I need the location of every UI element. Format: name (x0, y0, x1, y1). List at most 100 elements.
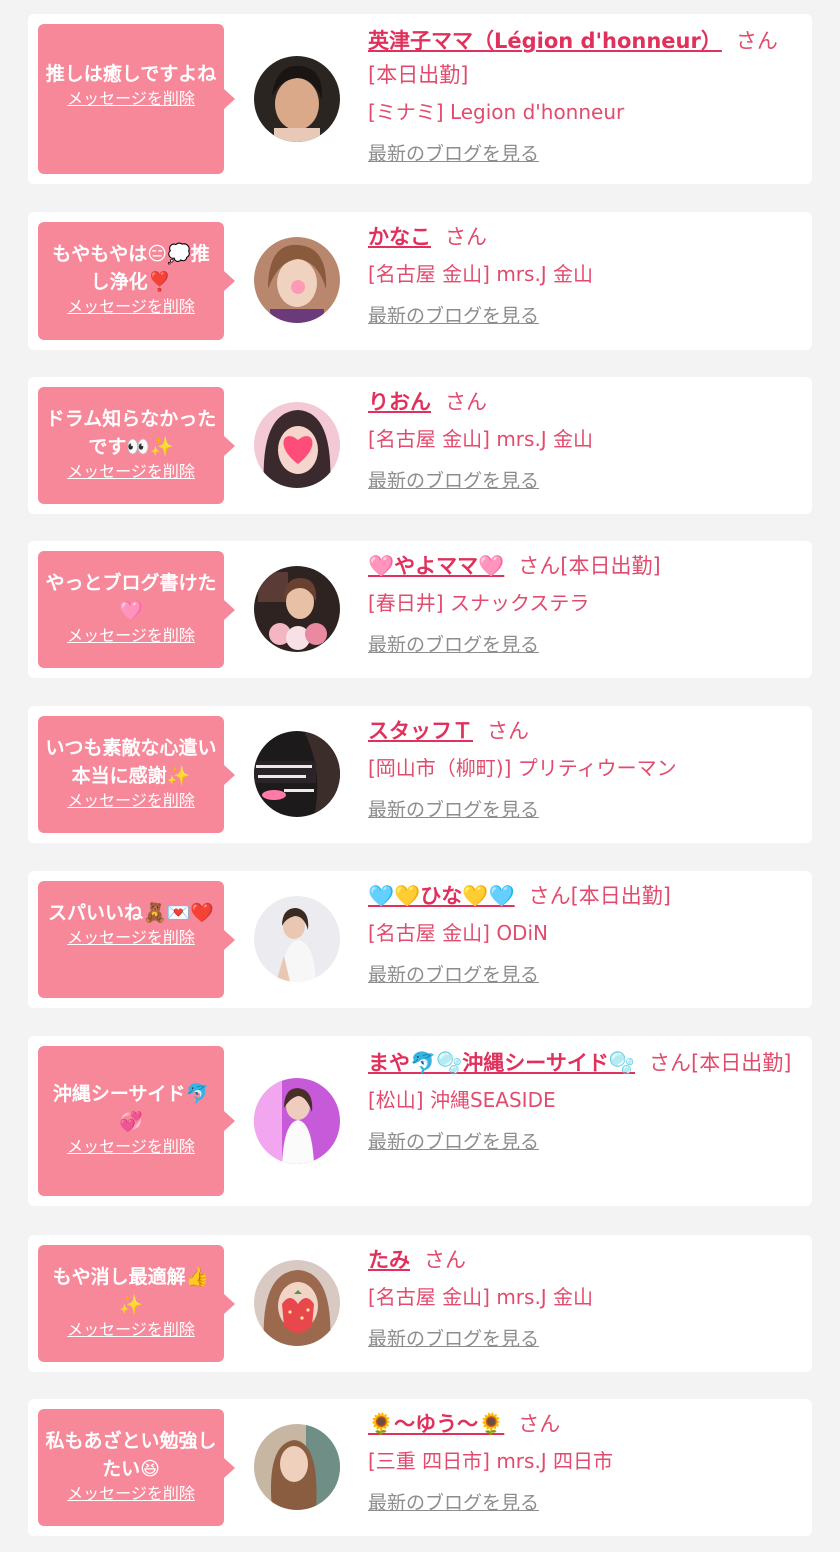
shop-name: [名古屋 金山] mrs.J 金山 (368, 262, 594, 286)
avatar-image (254, 731, 340, 817)
name-line: 🩵💛ひな💛🩵 さん[本日出勤] (368, 879, 796, 913)
avatar[interactable] (254, 566, 340, 652)
delete-message-button[interactable]: メッセージを削除 (67, 927, 195, 949)
message-bubble: やっとブログ書けた🩷 メッセージを削除 (38, 551, 235, 668)
delete-message-button[interactable]: メッセージを削除 (67, 461, 195, 483)
message-bubble: 推しは癒しですよね メッセージを削除 (38, 24, 235, 174)
message-bubble: スパいいね🧸💌❤️ メッセージを削除 (38, 881, 235, 998)
avatar[interactable] (254, 1260, 340, 1346)
message-bubble: もや消し最適解👍✨ メッセージを削除 (38, 1245, 235, 1362)
message-bubble: もやもやは😑💭推し浄化❣️ メッセージを削除 (38, 222, 235, 340)
avatar-image (254, 896, 340, 982)
avatar-image (254, 1424, 340, 1510)
shop-name: [松山] 沖縄SEASIDE (368, 1088, 556, 1112)
avatar-image (254, 237, 340, 323)
message-text: 沖縄シーサイド🐬💞 (52, 1083, 210, 1133)
avatar-image (254, 1078, 340, 1164)
avatar[interactable] (254, 237, 340, 323)
list-item: スパいいね🧸💌❤️ メッセージを削除 🩵💛ひな💛🩵 さん[本日出勤] [名古屋 金… (28, 871, 812, 1008)
shop-name: [名古屋 金山] mrs.J 金山 (368, 427, 594, 451)
name-suffix: さん[本日出勤] (649, 1051, 792, 1075)
message-text: 私もあざとい勉強したい😆 (45, 1430, 217, 1480)
profile-name-link[interactable]: 🩷やよママ🩷 (368, 554, 504, 578)
delete-message-button[interactable]: メッセージを削除 (67, 1319, 195, 1341)
profile-name-link[interactable]: りおん (368, 390, 431, 414)
avatar[interactable] (254, 402, 340, 488)
list-item: やっとブログ書けた🩷 メッセージを削除 🩷やよママ🩷 さん[本日出勤] [春日井]… (28, 541, 812, 678)
profile-name-link[interactable]: たみ (368, 1248, 410, 1272)
shop-name: [三重 四日市] mrs.J 四日市 (368, 1449, 614, 1473)
name-suffix: さん (487, 719, 529, 743)
avatar[interactable] (254, 56, 340, 142)
profile-name-link[interactable]: 英津子ママ（Légion d'honneur） (368, 29, 722, 53)
name-line: りおん さん (368, 385, 796, 419)
list-item: 私もあざとい勉強したい😆 メッセージを削除 🌻～ゆう～🌻 さん [三重 四日市] … (28, 1399, 812, 1536)
delete-message-button[interactable]: メッセージを削除 (67, 1136, 195, 1158)
avatar[interactable] (254, 1424, 340, 1510)
message-text: やっとブログ書けた🩷 (45, 572, 217, 622)
delete-message-button[interactable]: メッセージを削除 (67, 1483, 195, 1505)
message-text: スパいいね🧸💌❤️ (48, 902, 214, 924)
profile-info: スタッフＴ さん [岡山市（柳町)] プリティウーマン 最新のブログを見る (368, 714, 796, 824)
latest-blog-link[interactable]: 最新のブログを見る (368, 302, 539, 330)
message-text: もや消し最適解👍✨ (52, 1266, 210, 1316)
shop-name: [名古屋 金山] ODiN (368, 921, 548, 945)
profile-info: たみ さん [名古屋 金山] mrs.J 金山 最新のブログを見る (368, 1243, 796, 1353)
profile-name-link[interactable]: 🌻～ゆう～🌻 (368, 1412, 504, 1436)
latest-blog-link[interactable]: 最新のブログを見る (368, 1128, 539, 1156)
shop-name: [名古屋 金山] mrs.J 金山 (368, 1285, 594, 1309)
name-suffix: さん (445, 390, 487, 414)
list-item: 推しは癒しですよね メッセージを削除 英津子ママ（Légion d'honneu… (28, 14, 812, 184)
avatar-image (254, 566, 340, 652)
avatar[interactable] (254, 731, 340, 817)
latest-blog-link[interactable]: 最新のブログを見る (368, 1325, 539, 1353)
profile-info: りおん さん [名古屋 金山] mrs.J 金山 最新のブログを見る (368, 385, 796, 495)
profile-name-link[interactable]: スタッフＴ (368, 719, 473, 743)
profile-name-link[interactable]: まや🐬🫧沖縄シーサイド🫧 (368, 1051, 635, 1075)
name-line: かなこ さん (368, 220, 796, 254)
shop-name: [岡山市（柳町)] プリティウーマン (368, 756, 677, 780)
message-text: もやもやは😑💭推し浄化❣️ (52, 243, 210, 293)
name-line: 🩷やよママ🩷 さん[本日出勤] (368, 549, 796, 583)
avatar-image (254, 1260, 340, 1346)
profile-name-link[interactable]: かなこ (368, 225, 431, 249)
profile-info: 🩷やよママ🩷 さん[本日出勤] [春日井] スナックステラ 最新のブログを見る (368, 549, 796, 659)
name-line: まや🐬🫧沖縄シーサイド🫧 さん[本日出勤] (368, 1046, 796, 1080)
delete-message-button[interactable]: メッセージを削除 (67, 625, 195, 647)
message-bubble: 沖縄シーサイド🐬💞 メッセージを削除 (38, 1046, 235, 1196)
shop-name: [春日井] スナックステラ (368, 591, 590, 615)
profile-info: かなこ さん [名古屋 金山] mrs.J 金山 最新のブログを見る (368, 220, 796, 330)
latest-blog-link[interactable]: 最新のブログを見る (368, 467, 539, 495)
name-suffix: さん[本日出勤] (518, 554, 661, 578)
list-item: 沖縄シーサイド🐬💞 メッセージを削除 まや🐬🫧沖縄シーサイド🫧 さん[本日出勤] … (28, 1036, 812, 1206)
latest-blog-link[interactable]: 最新のブログを見る (368, 631, 539, 659)
latest-blog-link[interactable]: 最新のブログを見る (368, 796, 539, 824)
profile-info: まや🐬🫧沖縄シーサイド🫧 さん[本日出勤] [松山] 沖縄SEASIDE 最新のブ… (368, 1046, 796, 1156)
avatar-image (254, 56, 340, 142)
list-item: もや消し最適解👍✨ メッセージを削除 たみ さん [名古屋 金山] mrs.J 金… (28, 1235, 812, 1372)
list-item: いつも素敵な心遣い本当に感謝✨ メッセージを削除 スタッフＴ さん [岡山市（柳町… (28, 706, 812, 843)
message-bubble: いつも素敵な心遣い本当に感謝✨ メッセージを削除 (38, 716, 235, 833)
name-suffix: さん[本日出勤] (528, 884, 671, 908)
avatar[interactable] (254, 896, 340, 982)
profile-info: 🩵💛ひな💛🩵 さん[本日出勤] [名古屋 金山] ODiN 最新のブログを見る (368, 879, 796, 989)
avatar[interactable] (254, 1078, 340, 1164)
profile-info: 🌻～ゆう～🌻 さん [三重 四日市] mrs.J 四日市 最新のブログを見る (368, 1407, 796, 1517)
profile-name-link[interactable]: 🩵💛ひな💛🩵 (368, 884, 515, 908)
message-bubble: ドラム知らなかったです👀✨ メッセージを削除 (38, 387, 235, 504)
name-suffix: さん (424, 1248, 466, 1272)
latest-blog-link[interactable]: 最新のブログを見る (368, 961, 539, 989)
delete-message-button[interactable]: メッセージを削除 (67, 296, 195, 318)
name-line: スタッフＴ さん (368, 714, 796, 748)
list-item: もやもやは😑💭推し浄化❣️ メッセージを削除 かなこ さん [名古屋 金山] mr… (28, 212, 812, 350)
message-text: いつも素敵な心遣い本当に感謝✨ (45, 737, 217, 787)
latest-blog-link[interactable]: 最新のブログを見る (368, 1489, 539, 1517)
name-line: 🌻～ゆう～🌻 さん (368, 1407, 796, 1441)
delete-message-button[interactable]: メッセージを削除 (67, 88, 195, 110)
name-suffix: さん (445, 225, 487, 249)
latest-blog-link[interactable]: 最新のブログを見る (368, 140, 539, 168)
message-text: ドラム知らなかったです👀✨ (45, 408, 217, 458)
shop-name: [ミナミ] Legion d'honneur (368, 100, 625, 124)
delete-message-button[interactable]: メッセージを削除 (67, 790, 195, 812)
message-list: 推しは癒しですよね メッセージを削除 英津子ママ（Légion d'honneu… (0, 0, 840, 1552)
